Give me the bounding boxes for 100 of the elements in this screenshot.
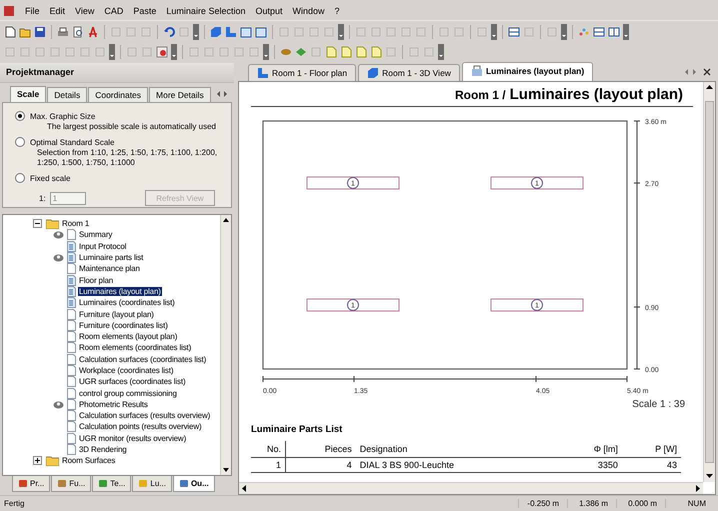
toolbar-overflow-icon[interactable] xyxy=(171,44,177,60)
table-icon[interactable] xyxy=(593,26,605,38)
columns-icon[interactable] xyxy=(608,26,620,38)
scrollbar[interactable] xyxy=(703,82,715,482)
tree-item[interactable]: control group commissioning xyxy=(78,388,178,398)
tree-item[interactable]: Luminaires (coordinates list) xyxy=(78,298,176,308)
tree-item[interactable]: Furniture (layout plan) xyxy=(78,310,155,319)
greyed-tool-icon[interactable] xyxy=(64,46,76,58)
tree-item[interactable]: Input Protocol xyxy=(78,242,128,251)
tab[interactable]: More Details xyxy=(149,87,211,102)
page-icon[interactable] xyxy=(340,46,352,58)
tree-item[interactable]: Room 1 xyxy=(61,219,90,228)
menu-item[interactable]: CAD xyxy=(99,5,128,17)
scatter-icon[interactable] xyxy=(578,26,590,38)
tree-item[interactable]: Room elements (layout plan) xyxy=(78,332,178,342)
pdf-icon[interactable] xyxy=(87,26,99,38)
tree-item[interactable]: Maintenance plan xyxy=(78,264,141,274)
tree-item[interactable]: Workplace (coordinates list) xyxy=(78,366,174,375)
window-icon[interactable] xyxy=(240,26,252,38)
greyed-tool-icon[interactable] xyxy=(438,26,450,38)
tab[interactable]: Details xyxy=(47,87,88,102)
tab-navigation-icon[interactable] xyxy=(684,68,712,76)
cube-icon[interactable] xyxy=(210,26,222,38)
greyed-tool-icon[interactable] xyxy=(79,46,91,58)
tree-item[interactable]: Calculation surfaces (coordinates list) xyxy=(78,354,208,364)
tab[interactable]: Te... xyxy=(92,476,132,492)
menu-item[interactable]: Window xyxy=(288,5,330,17)
menu-item[interactable]: Output xyxy=(250,5,288,17)
menu-item[interactable]: ? xyxy=(330,5,345,17)
option-label[interactable]: Fixed scale xyxy=(30,174,70,182)
greyed-tool-icon[interactable] xyxy=(218,46,230,58)
greyed-tool-icon[interactable] xyxy=(49,46,61,58)
page-icon[interactable] xyxy=(370,46,382,58)
tree-item[interactable]: UGR surfaces (coordinates list) xyxy=(78,377,186,386)
menu-item[interactable]: View xyxy=(70,5,100,17)
tree-item[interactable]: Luminaires (layout plan) xyxy=(78,286,162,296)
toolbar-overflow-icon[interactable] xyxy=(109,44,115,60)
tree-item[interactable]: Floor plan xyxy=(78,276,114,285)
toolbar-overflow-icon[interactable] xyxy=(561,24,567,40)
greyed-tool-icon[interactable] xyxy=(188,46,200,58)
luminaire-tool-icon[interactable] xyxy=(156,46,168,58)
scroll-arrows-icon[interactable] xyxy=(216,90,228,98)
toolbar-overflow-icon[interactable] xyxy=(263,44,269,60)
tree-item[interactable]: UGR monitor (results overview) xyxy=(78,434,188,443)
tree-item[interactable]: Photometric Results xyxy=(78,400,149,409)
radio-button[interactable] xyxy=(15,137,25,147)
greyed-tool-icon[interactable] xyxy=(453,26,465,38)
window-icon[interactable] xyxy=(255,26,267,38)
menu-item[interactable]: Paste xyxy=(128,5,162,17)
radio-button[interactable] xyxy=(15,111,25,121)
greyed-tool-icon[interactable] xyxy=(385,26,397,38)
greyed-tool-icon[interactable] xyxy=(408,46,420,58)
toolbar-overflow-icon[interactable] xyxy=(491,24,497,40)
greyed-tool-icon[interactable] xyxy=(34,46,46,58)
greyed-tool-icon[interactable] xyxy=(140,26,152,38)
toolbar-overflow-icon[interactable] xyxy=(338,24,344,40)
tree-item[interactable]: Luminaire parts list xyxy=(78,253,144,262)
save-icon[interactable] xyxy=(34,26,46,38)
greyed-tool-icon[interactable] xyxy=(400,26,412,38)
page-icon[interactable] xyxy=(325,46,337,58)
greyed-tool-icon[interactable] xyxy=(233,46,245,58)
tab[interactable]: Pr... xyxy=(12,476,50,492)
shape-icon[interactable] xyxy=(280,46,292,58)
greyed-tool-icon[interactable] xyxy=(293,26,305,38)
new-document-icon[interactable] xyxy=(4,26,16,38)
radio-button[interactable] xyxy=(15,173,25,183)
tab[interactable]: Ou... xyxy=(172,476,215,492)
tree-item[interactable]: Room elements (coordinates list) xyxy=(78,343,192,352)
greyed-tool-icon[interactable] xyxy=(310,46,322,58)
greyed-tool-icon[interactable] xyxy=(19,46,31,58)
expand-icon[interactable] xyxy=(33,456,42,466)
option-label[interactable]: Max. Graphic Size xyxy=(30,112,96,120)
greyed-tool-icon[interactable] xyxy=(203,46,215,58)
tree-item[interactable]: Room Surfaces xyxy=(61,456,116,466)
page-icon[interactable] xyxy=(355,46,367,58)
scrollbar[interactable] xyxy=(220,215,231,475)
table-icon[interactable] xyxy=(508,26,520,38)
collapse-icon[interactable] xyxy=(33,219,42,228)
tab[interactable]: Fu... xyxy=(51,476,92,492)
tree-item[interactable]: 3D Rendering xyxy=(78,445,128,454)
greyed-tool-icon[interactable] xyxy=(308,26,320,38)
document-tab[interactable]: Room 1 - Floor plan xyxy=(248,64,356,81)
greyed-tool-icon[interactable] xyxy=(4,46,16,58)
greyed-tool-icon[interactable] xyxy=(385,46,397,58)
greyed-tool-icon[interactable] xyxy=(278,26,290,38)
tree-item[interactable]: Furniture (coordinates list) xyxy=(78,320,169,330)
greyed-tool-icon[interactable] xyxy=(125,26,137,38)
tree-item[interactable]: Calculation points (results overview) xyxy=(78,422,203,432)
greyed-tool-icon[interactable] xyxy=(355,26,367,38)
tree-item[interactable]: Summary xyxy=(78,230,114,240)
print-preview-icon[interactable] xyxy=(72,26,84,38)
greyed-tool-icon[interactable] xyxy=(415,26,427,38)
diamond-icon[interactable] xyxy=(295,46,307,58)
document-tab[interactable]: Room 1 - 3D View xyxy=(358,64,460,81)
document-tab[interactable]: Luminaires (layout plan) xyxy=(462,62,594,81)
tab[interactable]: Coordinates xyxy=(88,87,148,102)
scrollbar[interactable] xyxy=(239,482,703,494)
menu-item[interactable]: File xyxy=(20,5,45,17)
toolbar-overflow-icon[interactable] xyxy=(193,24,199,40)
toolbar-overflow-icon[interactable] xyxy=(438,44,444,60)
